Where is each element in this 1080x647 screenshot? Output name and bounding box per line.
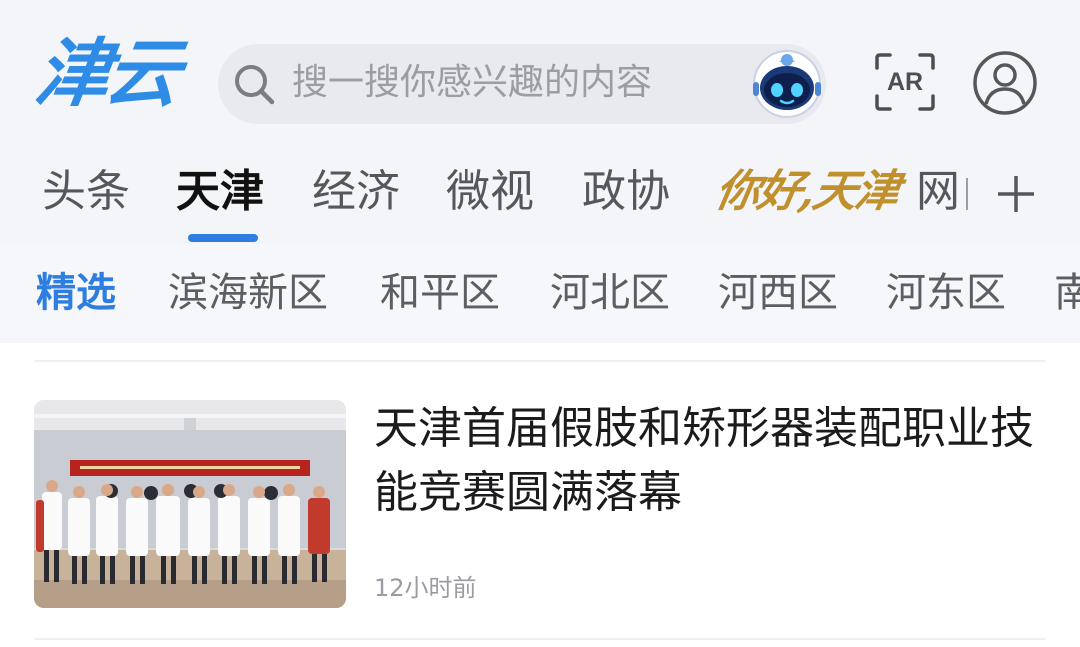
app-logo: 津云 [29, 31, 183, 117]
tab-tianjin[interactable]: 天津 [176, 162, 264, 222]
search-input[interactable]: 搜一搜你感兴趣的内容 [292, 58, 652, 108]
district-tabs: 精选 滨海新区 和平区 河北区 河西区 河东区 南 [0, 243, 1080, 343]
tab-wang[interactable]: 网 [916, 162, 960, 222]
subtab-nan[interactable]: 南 [1054, 265, 1080, 321]
user-icon[interactable] [972, 50, 1038, 116]
tab-zhengxie[interactable]: 政协 [582, 162, 670, 222]
tab-toutiao[interactable]: 头条 [42, 162, 130, 222]
news-thumbnail[interactable] [34, 400, 346, 608]
ar-label: AR [886, 68, 924, 96]
tab-weishi[interactable]: 微视 [446, 162, 534, 222]
tab-jingji[interactable]: 经济 [312, 162, 400, 222]
subtab-binhai[interactable]: 滨海新区 [168, 265, 328, 321]
list-divider [34, 638, 1046, 640]
tab-nihao-tianjin[interactable]: 你好,天津 [710, 160, 903, 224]
news-timestamp: 12小时前 [374, 574, 477, 602]
tab-separator [966, 178, 968, 210]
subtab-hedong[interactable]: 河东区 [886, 265, 1006, 321]
subtab-jingxuan[interactable]: 精选 [36, 265, 116, 321]
robot-assistant-icon[interactable] [748, 46, 826, 118]
plus-icon[interactable] [994, 172, 1038, 216]
active-tab-indicator [188, 234, 258, 242]
search-icon [235, 65, 275, 105]
news-title[interactable]: 天津首届假肢和矫形器装配职业技能竞赛圆满落幕 [374, 397, 1054, 525]
subtab-hexi[interactable]: 河西区 [718, 265, 838, 321]
subtab-heping[interactable]: 和平区 [380, 265, 500, 321]
subtab-hebei[interactable]: 河北区 [550, 265, 670, 321]
list-divider [34, 360, 1046, 362]
